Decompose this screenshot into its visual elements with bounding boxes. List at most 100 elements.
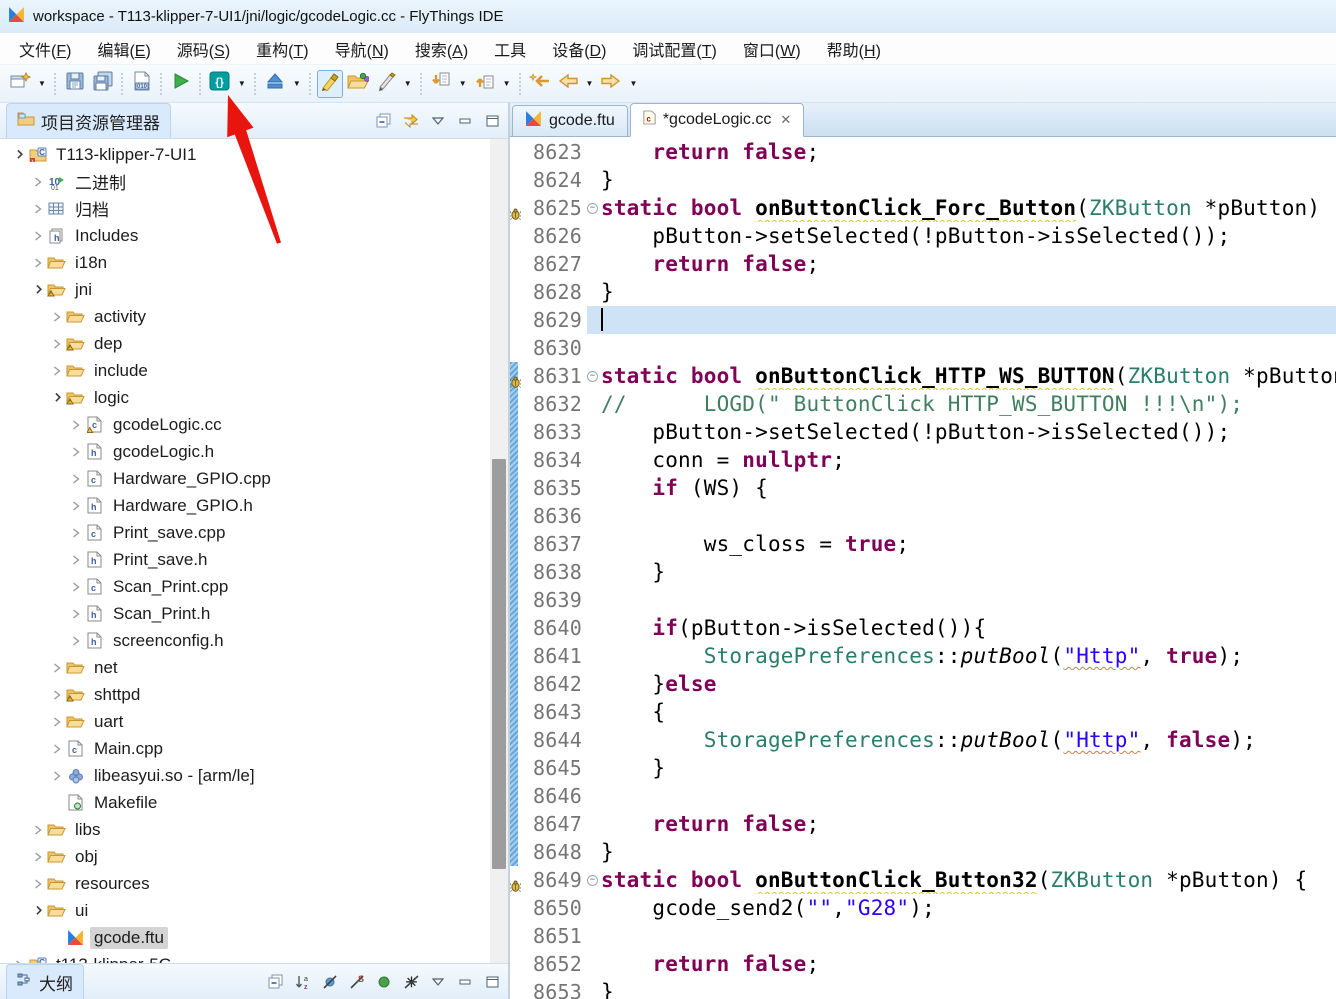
annotation-ruler[interactable] <box>510 754 520 782</box>
explorer-collapse-all-icon[interactable] <box>374 112 394 130</box>
new-wizard-dropdown[interactable]: ▼ <box>34 79 50 88</box>
tree-item[interactable]: i18n <box>0 249 508 276</box>
outline-maximize-icon[interactable] <box>482 973 502 991</box>
outline-hide-local-types-icon[interactable]: ✳ <box>401 973 421 991</box>
annotation-ruler[interactable] <box>510 642 520 670</box>
menu-item-9[interactable]: 窗口(W) <box>730 33 814 65</box>
open-type-button[interactable] <box>345 70 371 98</box>
menu-item-4[interactable]: 导航(N) <box>322 33 402 65</box>
annotation-ruler[interactable] <box>510 978 520 999</box>
annotation-ruler[interactable] <box>510 362 520 390</box>
annotation-ruler[interactable] <box>510 222 520 250</box>
tree-item[interactable]: hScan_Print.h <box>0 600 508 627</box>
annotation-ruler[interactable] <box>510 950 520 978</box>
tree-item[interactable]: hHardware_GPIO.h <box>0 492 508 519</box>
forward-button[interactable] <box>598 70 624 98</box>
expander-collapsed[interactable] <box>67 636 84 646</box>
tree-item[interactable]: Makefile <box>0 789 508 816</box>
annotation-ruler[interactable] <box>510 838 520 866</box>
expander-collapsed[interactable] <box>67 474 84 484</box>
run-button[interactable] <box>168 70 194 98</box>
expander-collapsed[interactable] <box>48 663 65 673</box>
close-tab-icon[interactable]: ✕ <box>778 112 791 128</box>
expander-collapsed[interactable] <box>29 177 46 187</box>
tree-item[interactable]: libs <box>0 816 508 843</box>
highlight-brush-button[interactable] <box>317 70 343 98</box>
tree-item[interactable]: cPrint_save.cpp <box>0 519 508 546</box>
forward-dropdown[interactable]: ▼ <box>625 79 641 88</box>
tree-item[interactable]: cgcodeLogic.cc <box>0 411 508 438</box>
expander-collapsed[interactable] <box>48 771 65 781</box>
fold-marker[interactable]: − <box>587 866 601 894</box>
tree-item[interactable]: cScan_Print.cpp <box>0 573 508 600</box>
fold-marker[interactable]: − <box>587 194 601 222</box>
tree-item[interactable]: !jni <box>0 276 508 303</box>
annotation-ruler[interactable] <box>510 334 520 362</box>
mark-pen-button[interactable] <box>373 70 399 98</box>
flash-download-dropdown[interactable]: ▼ <box>289 79 305 88</box>
outline-sort-az-icon[interactable]: az <box>293 973 313 991</box>
menu-item-7[interactable]: 设备(D) <box>539 33 619 65</box>
next-annotation-button[interactable] <box>428 70 454 98</box>
outline-filter-public-icon[interactable] <box>374 973 394 991</box>
expander-collapsed[interactable] <box>10 960 27 964</box>
annotation-ruler[interactable] <box>510 306 520 334</box>
code-editor[interactable]: 8623 return false;8624}8625−static bool … <box>510 137 1336 999</box>
outline-hide-static-members-icon[interactable]: S <box>347 973 367 991</box>
tree-item[interactable]: activity <box>0 303 508 330</box>
tree-item[interactable]: Cxt113-klipper-5G <box>0 951 508 963</box>
expander-collapsed[interactable] <box>48 690 65 700</box>
menu-item-10[interactable]: 帮助(H) <box>814 33 894 65</box>
menu-item-2[interactable]: 源码(S) <box>164 33 243 65</box>
tree-item[interactable]: cHardware_GPIO.cpp <box>0 465 508 492</box>
expander-collapsed[interactable] <box>29 204 46 214</box>
expander-collapsed[interactable] <box>48 744 65 754</box>
annotation-ruler[interactable] <box>510 278 520 306</box>
explorer-maximize-icon[interactable] <box>482 112 502 130</box>
menu-item-6[interactable]: 工具 <box>481 33 539 65</box>
menu-item-8[interactable]: 调试配置(T) <box>619 33 729 65</box>
annotation-ruler[interactable] <box>510 922 520 950</box>
prev-annotation-dropdown[interactable]: ▼ <box>499 79 515 88</box>
menu-item-3[interactable]: 重构(T) <box>243 33 321 65</box>
expander-collapsed[interactable] <box>67 447 84 457</box>
expander-collapsed[interactable] <box>29 258 46 268</box>
annotation-ruler[interactable] <box>510 166 520 194</box>
annotation-ruler[interactable] <box>510 558 520 586</box>
explorer-link-with-editor-icon[interactable] <box>401 112 421 130</box>
prev-annotation-button[interactable] <box>472 70 498 98</box>
tab-outline[interactable]: 大纲 <box>6 964 84 999</box>
tab-project-explorer[interactable]: 项目资源管理器 <box>6 103 171 138</box>
annotation-ruler[interactable] <box>510 446 520 474</box>
annotation-ruler[interactable] <box>510 894 520 922</box>
tree-item[interactable]: ui <box>0 897 508 924</box>
fold-marker[interactable]: − <box>587 362 601 390</box>
tree-item[interactable]: resources <box>0 870 508 897</box>
tree-item[interactable]: hgcodeLogic.h <box>0 438 508 465</box>
editor-tab-active[interactable]: c*gcodeLogic.cc✕ <box>630 103 804 137</box>
tree-item[interactable]: hIncludes <box>0 222 508 249</box>
tree-item[interactable]: obj <box>0 843 508 870</box>
tree-scrollbar-thumb[interactable] <box>492 459 506 869</box>
expander-collapsed[interactable] <box>67 555 84 565</box>
annotation-ruler[interactable] <box>510 194 520 222</box>
expander-collapsed[interactable] <box>48 366 65 376</box>
tree-item[interactable]: hPrint_save.h <box>0 546 508 573</box>
save-all-button[interactable] <box>90 70 116 98</box>
tree-item[interactable]: cMain.cpp <box>0 735 508 762</box>
tree-item[interactable]: !dep <box>0 330 508 357</box>
expander-expanded[interactable] <box>29 906 46 915</box>
outline-minimize-icon[interactable] <box>455 973 475 991</box>
outline-view-menu-icon[interactable] <box>428 973 448 991</box>
next-annotation-dropdown[interactable]: ▼ <box>455 79 471 88</box>
tree-item[interactable]: CxT113-klipper-7-UI1 <box>0 141 508 168</box>
expander-collapsed[interactable] <box>67 501 84 511</box>
menu-item-0[interactable]: 文件(F) <box>6 33 84 65</box>
build-button[interactable]: {} <box>207 70 233 98</box>
annotation-ruler[interactable] <box>510 670 520 698</box>
expander-expanded[interactable] <box>10 150 27 159</box>
expander-expanded[interactable] <box>29 285 46 294</box>
build-dropdown[interactable]: ▼ <box>234 79 250 88</box>
expander-collapsed[interactable] <box>29 825 46 835</box>
annotation-ruler[interactable] <box>510 810 520 838</box>
